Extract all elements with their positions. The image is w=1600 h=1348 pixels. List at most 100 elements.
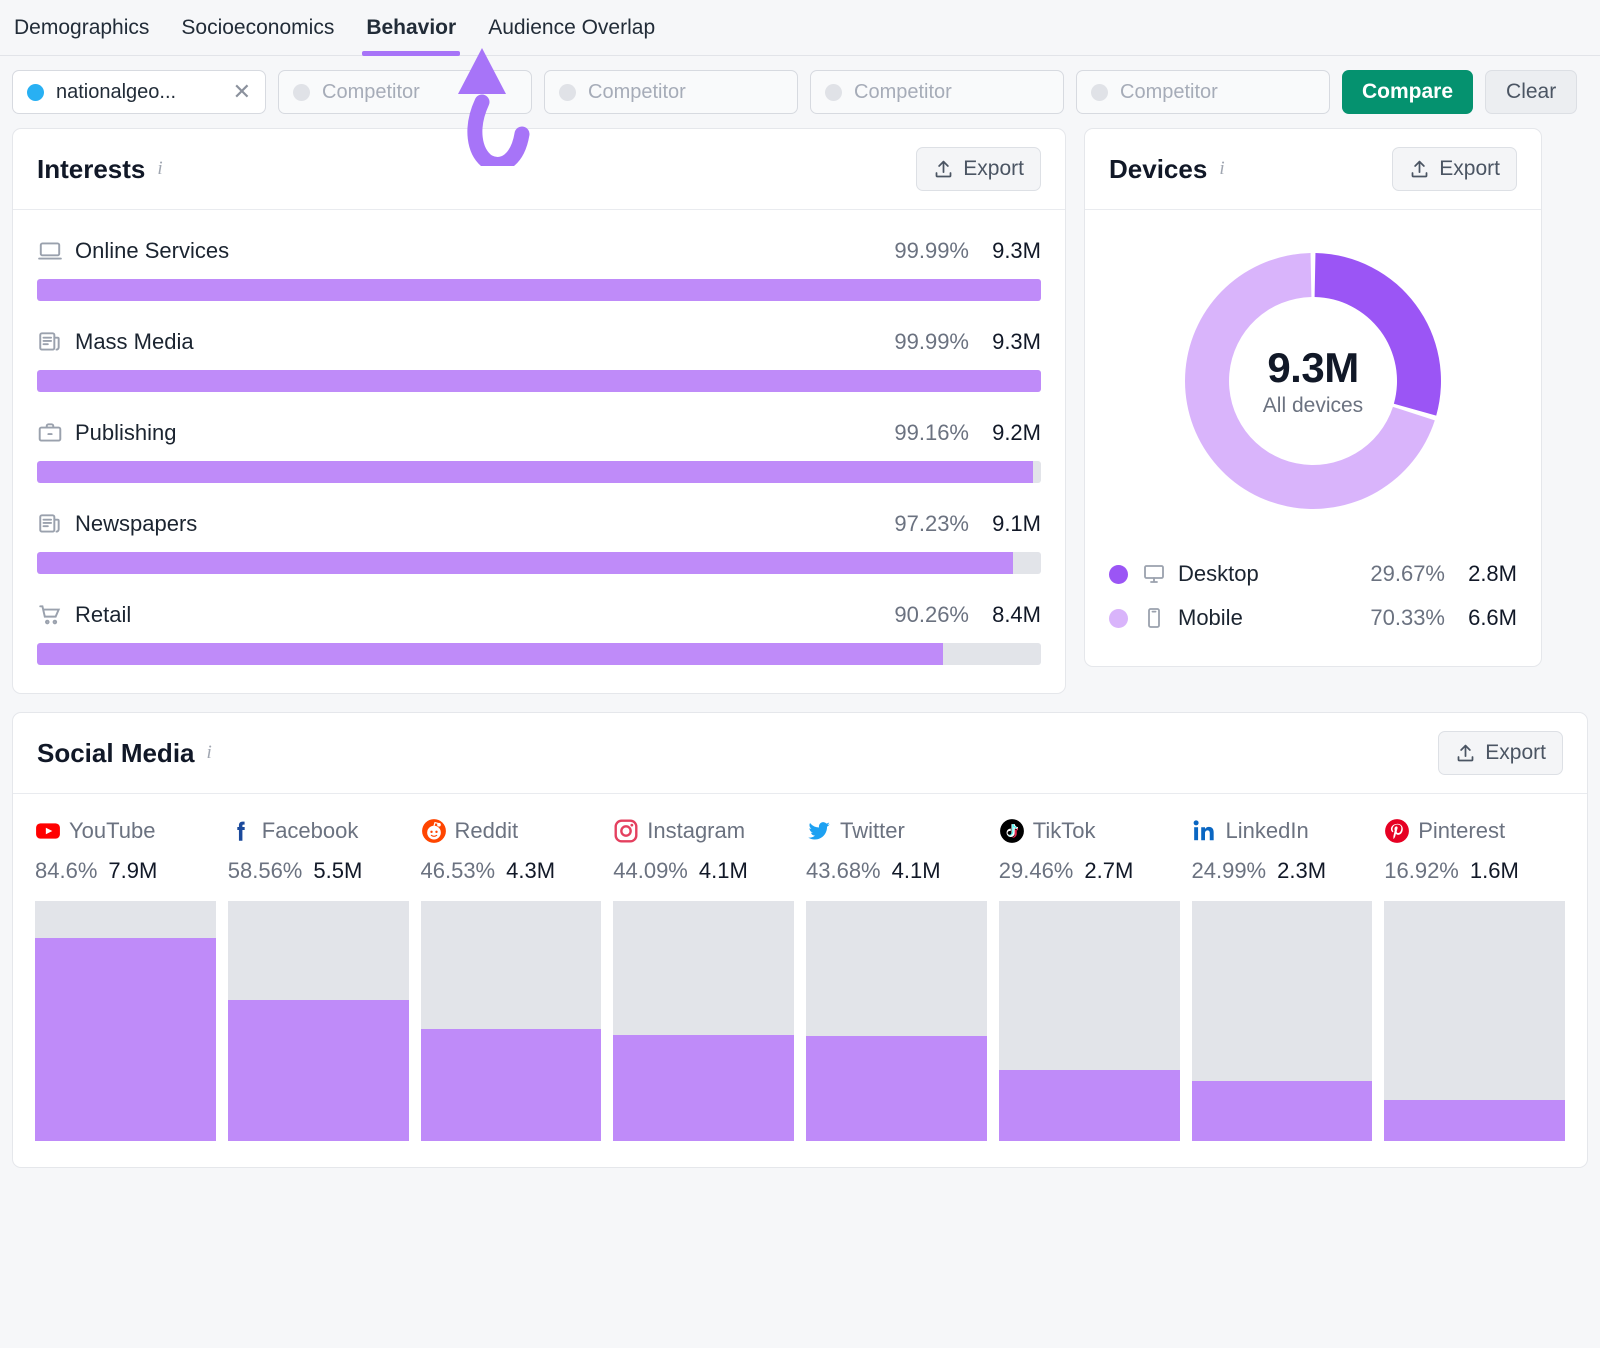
status-dot-idle	[825, 84, 842, 101]
devices-card: Devices i Export 9.3M All devices Deskto…	[1084, 128, 1542, 667]
social-bar-track	[1192, 901, 1373, 1141]
social-value: 1.6M	[1470, 858, 1519, 884]
interest-bar-fill	[37, 370, 1041, 392]
tab-behavior[interactable]: Behavior	[364, 0, 458, 56]
interest-value: 8.4M	[969, 602, 1041, 628]
tiktok-icon	[999, 818, 1025, 844]
interest-bar-track	[37, 370, 1041, 392]
social-platform-values: 46.53%4.3M	[421, 858, 602, 888]
interest-bar-track	[37, 279, 1041, 301]
social-bar-track	[228, 901, 409, 1141]
info-icon[interactable]: i	[207, 742, 212, 764]
behavior-top-row: Interests i Export Online Services99.99%…	[0, 128, 1600, 694]
social-platform-header: Facebook	[228, 814, 409, 848]
social-platform-header: YouTube	[35, 814, 216, 848]
social-bar-fill	[35, 938, 216, 1141]
tab-socioeconomics[interactable]: Socioeconomics	[179, 0, 336, 56]
interest-bar-fill	[37, 552, 1013, 574]
social-media-column: Twitter 43.68%4.1M	[806, 814, 987, 1141]
devices-export-label: Export	[1439, 157, 1500, 181]
social-platform-name: YouTube	[69, 818, 155, 844]
social-media-column: Instagram44.09%4.1M	[613, 814, 794, 1141]
legend-color-dot	[1109, 609, 1128, 628]
interests-export-button[interactable]: Export	[916, 147, 1041, 191]
info-icon[interactable]: i	[157, 158, 162, 180]
interest-row-header: Online Services99.99%9.3M	[37, 232, 1041, 270]
twitter-icon	[806, 818, 832, 844]
social-value: 5.5M	[313, 858, 362, 884]
social-platform-values: 43.68%4.1M	[806, 858, 987, 888]
device-value: 6.6M	[1445, 605, 1517, 631]
social-bar-fill	[228, 1000, 409, 1141]
desktop-icon	[1142, 562, 1166, 586]
close-icon[interactable]: ✕	[233, 81, 251, 103]
status-dot-idle	[1091, 84, 1108, 101]
devices-export-button[interactable]: Export	[1392, 147, 1517, 191]
social-percent: 29.46%	[999, 858, 1074, 884]
briefcase-icon	[37, 420, 63, 446]
devices-body: 9.3M All devices Desktop29.67%2.8MMobile…	[1085, 210, 1541, 666]
news-icon	[37, 329, 63, 355]
export-upload-icon	[933, 159, 954, 180]
linkedin-icon	[1192, 818, 1218, 844]
social-media-export-button[interactable]: Export	[1438, 731, 1563, 775]
tab-audience-overlap[interactable]: Audience Overlap	[486, 0, 657, 56]
clear-button[interactable]: Clear	[1485, 70, 1577, 114]
interests-title: Interests	[37, 154, 145, 185]
social-percent: 44.09%	[613, 858, 688, 884]
tab-label: Demographics	[14, 16, 149, 40]
social-media-columns: YouTube 84.6% 7.9M Facebook 58.56% 5.5M Reddit…	[13, 794, 1587, 1167]
interest-name: Publishing	[75, 420, 177, 446]
social-percent: 24.99%	[1192, 858, 1267, 884]
competitor-input-3[interactable]: Competitor	[810, 70, 1064, 114]
social-percent: 46.53%	[421, 858, 496, 884]
social-value: 4.1M	[892, 858, 941, 884]
selected-domain-chip[interactable]: nationalgeo...✕	[12, 70, 266, 114]
interest-bar-track	[37, 643, 1041, 665]
interest-name: Retail	[75, 602, 131, 628]
social-percent: 84.6%	[35, 858, 97, 884]
social-media-title: Social Media	[37, 738, 195, 769]
interest-row: Retail 90.26%8.4M	[37, 596, 1041, 665]
competitor-input-4[interactable]: Competitor	[1076, 70, 1330, 114]
interest-percent: 90.26%	[894, 602, 969, 628]
social-platform-name: Reddit	[455, 818, 519, 844]
social-platform-header: TikTok	[999, 814, 1180, 848]
interest-percent: 99.16%	[894, 420, 969, 446]
info-icon[interactable]: i	[1219, 158, 1224, 180]
interest-bar-fill	[37, 279, 1041, 301]
interest-row-header: Mass Media99.99%9.3M	[37, 323, 1041, 361]
compare-button[interactable]: Compare	[1342, 70, 1473, 114]
tab-demographics[interactable]: Demographics	[12, 0, 151, 56]
interest-row: Publishing 99.16%9.2M	[37, 414, 1041, 483]
social-platform-header: Reddit	[421, 814, 602, 848]
social-percent: 58.56%	[228, 858, 303, 884]
interest-value: 9.3M	[969, 329, 1041, 355]
youtube-icon	[35, 818, 61, 844]
social-platform-name: Instagram	[647, 818, 745, 844]
social-value: 2.7M	[1084, 858, 1133, 884]
chip-label: Competitor	[1120, 81, 1315, 104]
interests-card-header: Interests i Export	[13, 129, 1065, 210]
social-media-column: LinkedIn24.99%2.3M	[1192, 814, 1373, 1141]
legend-color-dot	[1109, 565, 1128, 584]
social-bar-track	[35, 901, 216, 1141]
interests-rows: Online Services99.99%9.3M Mass Media99.99…	[13, 210, 1065, 693]
social-platform-values: 84.6% 7.9M	[35, 858, 216, 888]
social-value: 7.9M	[108, 858, 157, 884]
interest-value: 9.2M	[969, 420, 1041, 446]
social-media-column: Pinterest16.92%1.6M	[1384, 814, 1565, 1141]
pinterest-icon	[1384, 818, 1410, 844]
devices-card-header: Devices i Export	[1085, 129, 1541, 210]
chip-label: Competitor	[588, 81, 783, 104]
social-media-column: YouTube 84.6% 7.9M	[35, 814, 216, 1141]
competitor-input-2[interactable]: Competitor	[544, 70, 798, 114]
social-platform-values: 16.92%1.6M	[1384, 858, 1565, 888]
status-dot-idle	[559, 84, 576, 101]
social-bar-fill	[806, 1036, 987, 1141]
interest-bar-track	[37, 461, 1041, 483]
laptop-icon	[37, 238, 63, 264]
devices-title: Devices	[1109, 154, 1207, 185]
social-platform-header: Twitter	[806, 814, 987, 848]
competitor-input-1[interactable]: Competitor	[278, 70, 532, 114]
